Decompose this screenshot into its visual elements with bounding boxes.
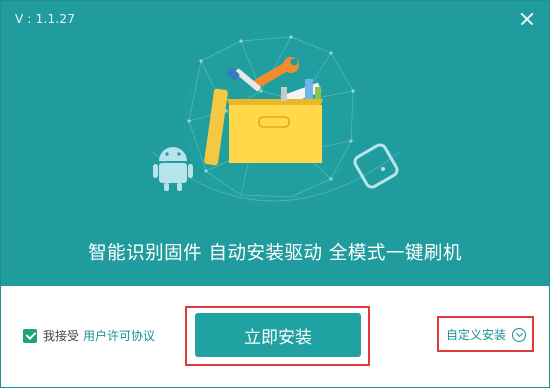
agree-checkbox[interactable] [23,328,37,343]
custom-install-label: 自定义安装 [446,328,507,342]
hero-tagline: 智能识别固件 自动安装驱动 全模式一键刷机 [88,243,462,264]
android-robot-icon [153,147,193,191]
hero-banner: V : 1.1.27 智能识别固件 自动安装驱动 全模式一键刷机 [1,1,549,286]
footer-bar: 我接受 用户许可协议 立即安装 自定义安装 [1,286,549,387]
phone-device-icon [353,143,399,189]
license-link[interactable]: 用户许可协议 [83,327,155,344]
agree-label: 我接受 [43,329,80,343]
license-agreement: 我接受 用户许可协议 [23,327,155,344]
custom-install-button[interactable]: 自定义安装 [446,326,527,343]
installer-window: V : 1.1.27 智能识别固件 自动安装驱动 全模式一键刷机 我接受 用户许… [0,0,550,388]
chevron-down-icon [512,327,527,342]
install-now-button[interactable]: 立即安装 [195,313,361,357]
